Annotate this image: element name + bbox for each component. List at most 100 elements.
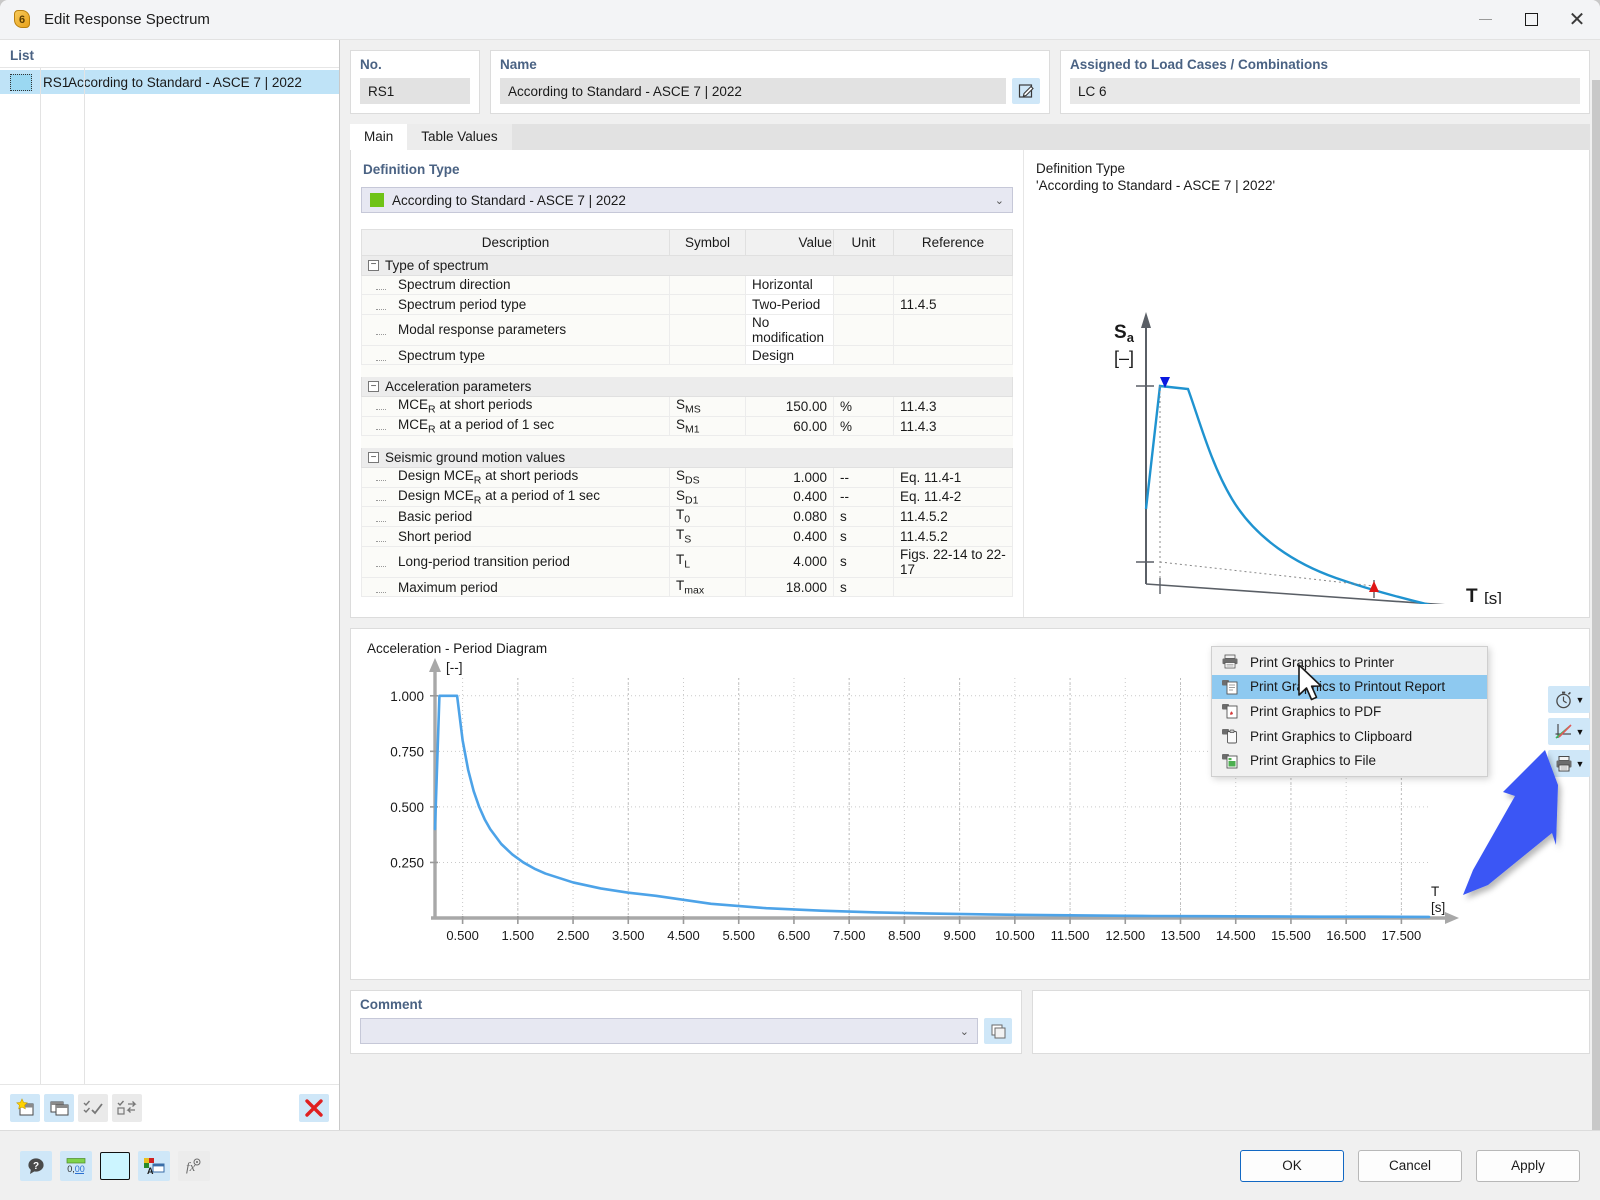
units-button[interactable]: 0,00 [60, 1150, 92, 1181]
no-input[interactable]: RS1 [360, 78, 470, 104]
cell-reference [893, 313, 1013, 346]
cell-symbol: Tmax [669, 576, 746, 598]
cell-value[interactable]: Two-Period [745, 294, 834, 315]
table-group-row[interactable]: − Type of spectrum [361, 255, 1013, 276]
table-row[interactable]: Design MCER at a period of 1 sec SD1 0.400… [361, 486, 1013, 508]
y-tick-label: 0.500 [390, 800, 424, 815]
no-field-group: No. RS1 [350, 50, 480, 114]
menu-item-print-graphics-to-file[interactable]: Print Graphics to File [1212, 748, 1487, 773]
collapse-icon[interactable]: − [368, 452, 379, 464]
delete-item-button[interactable] [299, 1093, 329, 1122]
table-row[interactable]: Design MCER at short periods SDS 1.000 -- Eq… [361, 466, 1013, 488]
menu-item-print-graphics-to-printer[interactable]: Print Graphics to Printer [1212, 650, 1487, 675]
cell-value[interactable]: 0.400 [745, 486, 834, 508]
minimize-button[interactable] [1462, 0, 1508, 40]
cell-symbol: SMS [669, 395, 746, 417]
collapse-icon[interactable]: − [368, 259, 379, 271]
cell-unit [833, 294, 894, 315]
cell-reference [893, 274, 1013, 296]
cell-value[interactable]: Horizontal [745, 274, 834, 296]
cell-unit: s [833, 576, 894, 598]
definition-type-swatch [370, 193, 384, 207]
preview-x-unit: [s] [1484, 589, 1502, 604]
definition-type-select[interactable]: According to Standard - ASCE 7 | 2022 ⌄ [361, 187, 1013, 213]
comment-input[interactable]: ⌄ [360, 1018, 978, 1044]
table-row[interactable]: Spectrum type Design [361, 344, 1013, 366]
menu-item-label: Print Graphics to Clipboard [1250, 728, 1413, 744]
dropdown-arrow-icon[interactable]: ▼ [1576, 759, 1585, 769]
cell-symbol: SDS [669, 466, 746, 488]
table-row[interactable]: Basic period T0 0.080 s 11.4.5.2 [361, 506, 1013, 527]
table-row[interactable]: Long-period transition period TL 4.000 s Fig… [361, 545, 1013, 578]
new-item-button[interactable] [10, 1093, 40, 1122]
cell-unit [833, 344, 894, 366]
cell-unit: s [833, 526, 894, 547]
tab-main[interactable]: Main [350, 124, 408, 150]
x-tick-label: 10.500 [995, 928, 1035, 943]
menu-item-print-graphics-to-clipboard[interactable]: Print Graphics to Clipboard [1212, 724, 1487, 749]
display-properties-button[interactable]: A [138, 1150, 170, 1181]
collapse-icon[interactable]: − [368, 381, 379, 393]
cell-value[interactable]: 4.000 [745, 545, 834, 578]
maximize-button[interactable] [1508, 0, 1554, 40]
formula-button[interactable]: fx [178, 1150, 210, 1181]
cell-value[interactable]: 0.400 [745, 526, 834, 547]
fx-icon: fx [186, 1158, 201, 1174]
copy-comment-icon[interactable] [984, 1018, 1012, 1044]
y-axis-label-sub: a [453, 656, 459, 659]
list-panel: List RS1 According to Standard - ASCE 7 … [0, 40, 340, 1130]
table-row[interactable]: Spectrum direction Horizontal [361, 274, 1013, 296]
x-tick-label: 14.500 [1216, 928, 1256, 943]
cancel-button[interactable]: Cancel [1358, 1149, 1462, 1182]
cell-value[interactable]: 18.000 [745, 576, 834, 598]
copy-item-button[interactable] [44, 1093, 74, 1122]
cell-value[interactable]: 150.00 [745, 395, 834, 417]
table-group-row[interactable]: − Seismic ground motion values [361, 447, 1013, 468]
table-row[interactable]: MCER at a period of 1 sec SM1 60.00% 11.4.3 [361, 415, 1013, 437]
invert-selection-button[interactable] [112, 1093, 142, 1122]
dropdown-arrow-icon[interactable]: ▼ [1576, 695, 1585, 705]
cell-value[interactable]: No modification [745, 313, 834, 346]
table-row[interactable]: Short period TS 0.400 s 11.4.5.2 [361, 526, 1013, 547]
x-tick-label: 1.500 [502, 928, 535, 943]
window-scrollbar[interactable] [1592, 80, 1600, 1130]
tab-table-values[interactable]: Table Values [407, 124, 512, 150]
table-row[interactable]: MCER at short periods SMS 150.00% 11.4.3 [361, 395, 1013, 417]
cell-symbol [669, 313, 746, 346]
cell-value[interactable]: Design [745, 344, 834, 366]
assigned-value: LC 6 [1070, 78, 1580, 104]
ok-button[interactable]: OK [1240, 1149, 1344, 1182]
cell-unit: % [833, 395, 894, 417]
cell-description: Design MCER at a period of 1 sec [361, 486, 670, 508]
color-swatch-button[interactable] [100, 1151, 130, 1180]
help-button[interactable]: ? [20, 1150, 52, 1181]
dropdown-arrow-icon[interactable]: ▼ [1576, 727, 1585, 737]
cell-reference: Eq. 11.4-1 [893, 466, 1013, 488]
preview-y-label: Sa [1114, 322, 1135, 345]
table-group-row[interactable]: − Acceleration parameters [361, 376, 1013, 397]
cell-value[interactable]: 0.080 [745, 506, 834, 527]
cell-value[interactable]: 60.00 [745, 415, 834, 437]
edit-name-icon[interactable] [1012, 78, 1040, 104]
list-item[interactable]: RS1 According to Standard - ASCE 7 | 202… [0, 70, 339, 94]
preview-heading: Definition Type [1036, 161, 1126, 176]
pdf-icon [1220, 702, 1240, 720]
table-row[interactable]: Maximum period Tmax 18.000 s [361, 576, 1013, 598]
cell-description: Spectrum type [361, 344, 670, 366]
history-button[interactable]: ▼ [1548, 686, 1590, 713]
menu-item-print-graphics-to-pdf[interactable]: Print Graphics to PDF [1212, 699, 1487, 724]
name-input[interactable]: According to Standard - ASCE 7 | 2022 [500, 78, 1006, 104]
definition-type-value: According to Standard - ASCE 7 | 2022 [392, 192, 626, 208]
cell-value[interactable]: 1.000 [745, 466, 834, 488]
select-all-button[interactable] [78, 1093, 108, 1122]
table-row[interactable]: Spectrum period type Two-Period 11.4.5 [361, 294, 1013, 315]
table-row[interactable]: Modal response parameters No modification [361, 313, 1013, 346]
header-value: Value [745, 229, 834, 256]
x-tick-label: 16.500 [1326, 928, 1366, 943]
close-button[interactable]: ✕ [1554, 0, 1600, 40]
header-unit: Unit [833, 229, 894, 256]
cell-description: Modal response parameters [361, 313, 670, 346]
apply-button[interactable]: Apply [1476, 1149, 1580, 1182]
menu-item-print-graphics-to-printout-report[interactable]: Print Graphics to Printout Report [1212, 674, 1487, 700]
dialog-buttons: OK Cancel Apply [1240, 1149, 1580, 1182]
